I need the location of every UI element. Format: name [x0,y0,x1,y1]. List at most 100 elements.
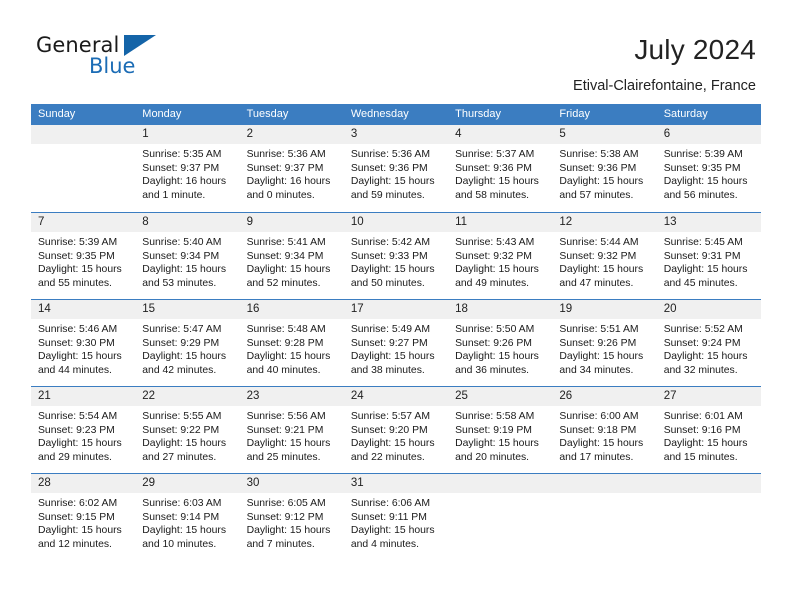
day-number: 3 [343,125,449,144]
calendar-day-cell[interactable]: 24 Sunrise: 5:57 AM Sunset: 9:20 PM Dayligh… [343,387,449,473]
calendar-week-row: 7 Sunrise: 5:39 AM Sunset: 9:35 PM Daylight… [31,212,761,299]
day-number: 1 [135,125,240,144]
day-details: Sunrise: 5:50 AM Sunset: 9:26 PM Daylight:… [448,319,552,377]
calendar-day-cell-empty [448,474,553,560]
sunrise-text: Sunrise: 6:00 AM [559,411,639,422]
calendar-day-cell[interactable]: 7 Sunrise: 5:39 AM Sunset: 9:35 PM Daylight… [31,213,136,299]
calendar-day-cell[interactable]: 20 Sunrise: 5:52 AM Sunset: 9:24 PM Dayligh… [656,300,761,386]
day-number: 9 [239,213,344,232]
calendar-day-cell[interactable]: 29 Sunrise: 6:03 AM Sunset: 9:14 PM Dayligh… [135,474,240,560]
daylight-text: Daylight: 15 hours and 32 minutes. [663,351,748,376]
sunrise-text: Sunrise: 5:56 AM [246,411,326,422]
daylight-text: Daylight: 15 hours and 53 minutes. [142,264,227,289]
day-details: Sunrise: 5:46 AM Sunset: 9:30 PM Daylight:… [31,319,135,377]
calendar-day-cell[interactable]: 16 Sunrise: 5:48 AM Sunset: 9:28 PM Dayligh… [239,300,344,386]
page-title: July 2024 [634,34,756,65]
day-details: Sunrise: 6:03 AM Sunset: 9:14 PM Daylight:… [135,493,239,551]
brand-name-blue: Blue [89,54,136,78]
day-details: Sunrise: 5:40 AM Sunset: 9:34 PM Daylight:… [135,232,239,290]
calendar-day-cell[interactable]: 18 Sunrise: 5:50 AM Sunset: 9:26 PM Dayligh… [448,300,553,386]
calendar-day-cell[interactable]: 10 Sunrise: 5:42 AM Sunset: 9:33 PM Dayligh… [343,213,449,299]
calendar-day-cell[interactable]: 31 Sunrise: 6:06 AM Sunset: 9:11 PM Dayligh… [343,474,449,560]
day-number: 29 [135,474,240,493]
day-details: Sunrise: 6:00 AM Sunset: 9:18 PM Daylight:… [552,406,656,464]
calendar-day-cell[interactable]: 4 Sunrise: 5:37 AM Sunset: 9:36 PM Daylight… [448,125,553,212]
sunrise-text: Sunrise: 5:51 AM [559,324,639,335]
day-number: 19 [552,300,657,319]
sunset-text: Sunset: 9:18 PM [559,424,637,436]
day-details: Sunrise: 6:01 AM Sunset: 9:16 PM Daylight:… [657,406,761,464]
day-details: Sunrise: 5:55 AM Sunset: 9:22 PM Daylight:… [135,406,239,464]
calendar-grid: Sunday Monday Tuesday Wednesday Thursday Frid… [31,104,761,560]
calendar-day-cell[interactable]: 27 Sunrise: 6:01 AM Sunset: 9:16 PM Dayligh… [656,387,761,473]
day-number [31,125,136,144]
calendar-day-cell[interactable]: 15 Sunrise: 5:47 AM Sunset: 9:29 PM Dayligh… [135,300,240,386]
day-number [656,474,761,493]
calendar-week-row: 1 Sunrise: 5:35 AM Sunset: 9:37 PM Daylight… [31,125,761,212]
day-number: 23 [239,387,344,406]
sunrise-text: Sunrise: 5:48 AM [246,324,326,335]
day-number: 27 [656,387,761,406]
calendar-day-cell[interactable]: 1 Sunrise: 5:35 AM Sunset: 9:37 PM Daylight… [135,125,240,212]
sunset-text: Sunset: 9:26 PM [559,337,637,349]
weekday-header-row: Sunday Monday Tuesday Wednesday Thursday Frid… [31,104,761,125]
day-details: Sunrise: 5:48 AM Sunset: 9:28 PM Daylight:… [240,319,344,377]
day-number: 6 [656,125,761,144]
calendar-day-cell[interactable]: 5 Sunrise: 5:38 AM Sunset: 9:36 PM Daylight… [552,125,657,212]
calendar-day-cell[interactable]: 8 Sunrise: 5:40 AM Sunset: 9:34 PM Daylight… [135,213,240,299]
calendar-day-cell[interactable]: 9 Sunrise: 5:41 AM Sunset: 9:34 PM Daylight… [239,213,344,299]
calendar-day-cell[interactable]: 14 Sunrise: 5:46 AM Sunset: 9:30 PM Dayligh… [31,300,136,386]
calendar-page: General Blue July 2024 Etival-Clairefont… [0,0,792,612]
day-details: Sunrise: 5:47 AM Sunset: 9:29 PM Daylight:… [135,319,239,377]
sunset-text: Sunset: 9:15 PM [38,511,115,523]
day-number: 20 [656,300,761,319]
calendar-day-cell[interactable]: 13 Sunrise: 5:45 AM Sunset: 9:31 PM Dayligh… [656,213,761,299]
sunrise-text: Sunrise: 5:46 AM [38,324,118,335]
daylight-text: Daylight: 15 hours and 36 minutes. [455,351,539,376]
page-header: General Blue July 2024 Etival-Clairefont… [0,0,792,104]
sunset-text: Sunset: 9:34 PM [142,250,220,262]
weekday-header-tuesday: Tuesday [246,108,289,120]
sunrise-text: Sunrise: 5:49 AM [350,324,430,335]
calendar-day-cell[interactable]: 6 Sunrise: 5:39 AM Sunset: 9:35 PM Daylight… [656,125,761,212]
daylight-text: Daylight: 16 hours and 0 minutes. [246,176,331,201]
day-details: Sunrise: 5:49 AM Sunset: 9:27 PM Daylight:… [344,319,448,377]
sunset-text: Sunset: 9:12 PM [246,511,324,523]
calendar-day-cell-empty [552,474,657,560]
day-number: 10 [343,213,449,232]
calendar-day-cell[interactable]: 21 Sunrise: 5:54 AM Sunset: 9:23 PM Dayligh… [31,387,136,473]
calendar-day-cell[interactable]: 28 Sunrise: 6:02 AM Sunset: 9:15 PM Dayligh… [31,474,136,560]
day-number: 24 [343,387,449,406]
calendar-day-cell[interactable]: 3 Sunrise: 5:36 AM Sunset: 9:36 PM Daylight… [343,125,449,212]
day-details: Sunrise: 5:36 AM Sunset: 9:37 PM Daylight:… [240,144,344,202]
calendar-day-cell[interactable]: 23 Sunrise: 5:56 AM Sunset: 9:21 PM Dayligh… [239,387,344,473]
calendar-day-cell[interactable]: 26 Sunrise: 6:00 AM Sunset: 9:18 PM Dayligh… [552,387,657,473]
day-details: Sunrise: 5:37 AM Sunset: 9:36 PM Daylight:… [448,144,552,202]
calendar-day-cell[interactable]: 30 Sunrise: 6:05 AM Sunset: 9:12 PM Dayligh… [239,474,344,560]
calendar-day-cell[interactable]: 11 Sunrise: 5:43 AM Sunset: 9:32 PM Dayligh… [448,213,553,299]
calendar-day-cell-empty [656,474,761,560]
daylight-text: Daylight: 15 hours and 34 minutes. [559,351,644,376]
sunrise-text: Sunrise: 5:57 AM [350,411,430,422]
calendar-day-cell[interactable]: 2 Sunrise: 5:36 AM Sunset: 9:37 PM Daylight… [239,125,344,212]
daylight-text: Daylight: 15 hours and 52 minutes. [246,264,331,289]
daylight-text: Daylight: 15 hours and 56 minutes. [663,176,748,201]
calendar-day-cell[interactable]: 22 Sunrise: 5:55 AM Sunset: 9:22 PM Dayligh… [135,387,240,473]
calendar-day-cell[interactable]: 19 Sunrise: 5:51 AM Sunset: 9:26 PM Dayligh… [552,300,657,386]
daylight-text: Daylight: 15 hours and 49 minutes. [455,264,539,289]
triangle-icon [124,35,156,56]
sunset-text: Sunset: 9:28 PM [246,337,324,349]
sunset-text: Sunset: 9:32 PM [455,250,532,262]
day-number: 2 [239,125,344,144]
calendar-day-cell[interactable]: 25 Sunrise: 5:58 AM Sunset: 9:19 PM Dayligh… [448,387,553,473]
calendar-day-cell[interactable]: 17 Sunrise: 5:49 AM Sunset: 9:27 PM Dayligh… [343,300,449,386]
sunrise-text: Sunrise: 5:44 AM [559,237,639,248]
weekday-header-monday: Monday [142,108,182,120]
sunset-text: Sunset: 9:14 PM [142,511,220,523]
calendar-day-cell[interactable]: 12 Sunrise: 5:44 AM Sunset: 9:32 PM Dayligh… [552,213,657,299]
day-details: Sunrise: 5:57 AM Sunset: 9:20 PM Daylight:… [344,406,448,464]
sunset-text: Sunset: 9:31 PM [663,250,741,262]
daylight-text: Daylight: 15 hours and 38 minutes. [350,351,435,376]
brand-logo[interactable]: General Blue [36,33,236,85]
day-number: 17 [343,300,449,319]
